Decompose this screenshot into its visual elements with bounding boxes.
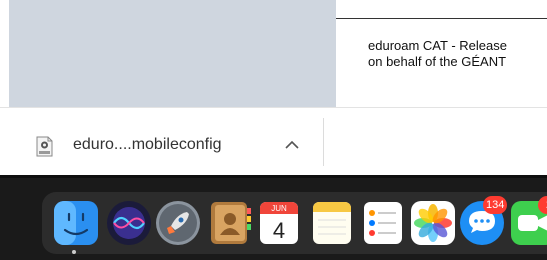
- dock-app-finder[interactable]: [53, 200, 99, 246]
- browser-window: eduroam CAT - Release on behalf of the G…: [0, 0, 547, 175]
- dock-app-photos[interactable]: [410, 200, 456, 246]
- finder-icon: [54, 201, 98, 245]
- calendar-icon: JUN 4: [260, 202, 298, 244]
- calendar-day: 4: [273, 218, 285, 243]
- rocket-icon: [156, 201, 200, 245]
- dock-app-notes[interactable]: [309, 200, 355, 246]
- download-item-separator: [323, 118, 324, 166]
- calendar-month: JUN: [271, 204, 287, 213]
- dock-app-reminders[interactable]: [360, 200, 406, 246]
- page-text-line-2: on behalf of the GÉANT: [368, 54, 507, 69]
- page-text-line-1: eduroam CAT - Release: [368, 38, 507, 53]
- siri-icon: [107, 201, 151, 245]
- download-file-name: eduro....mobileconfig: [73, 136, 222, 153]
- file-icon: [36, 136, 53, 157]
- page-rule: [336, 18, 547, 19]
- dock-app-facetime[interactable]: 2: [510, 196, 547, 246]
- contacts-icon: [211, 202, 251, 244]
- dock-app-calendar[interactable]: JUN 4: [256, 200, 302, 246]
- chevron-up-icon[interactable]: [284, 138, 300, 150]
- dock-app-contacts[interactable]: [207, 200, 253, 246]
- dock-app-siri[interactable]: [106, 200, 152, 246]
- dock-app-launchpad[interactable]: [155, 200, 201, 246]
- page-text: eduroam CAT - Release on behalf of the G…: [368, 38, 507, 70]
- photos-icon: [411, 201, 455, 245]
- dock: JUN 4 134: [0, 178, 547, 260]
- reminders-icon: [364, 202, 402, 244]
- notes-icon: [313, 202, 351, 244]
- running-indicator: [72, 250, 76, 254]
- dock-app-messages[interactable]: 134: [459, 196, 508, 246]
- download-item[interactable]: eduro....mobileconfig: [0, 118, 322, 164]
- messages-badge: 134: [483, 196, 508, 214]
- download-shelf: eduro....mobileconfig: [0, 108, 547, 175]
- page-image-area: [9, 0, 336, 107]
